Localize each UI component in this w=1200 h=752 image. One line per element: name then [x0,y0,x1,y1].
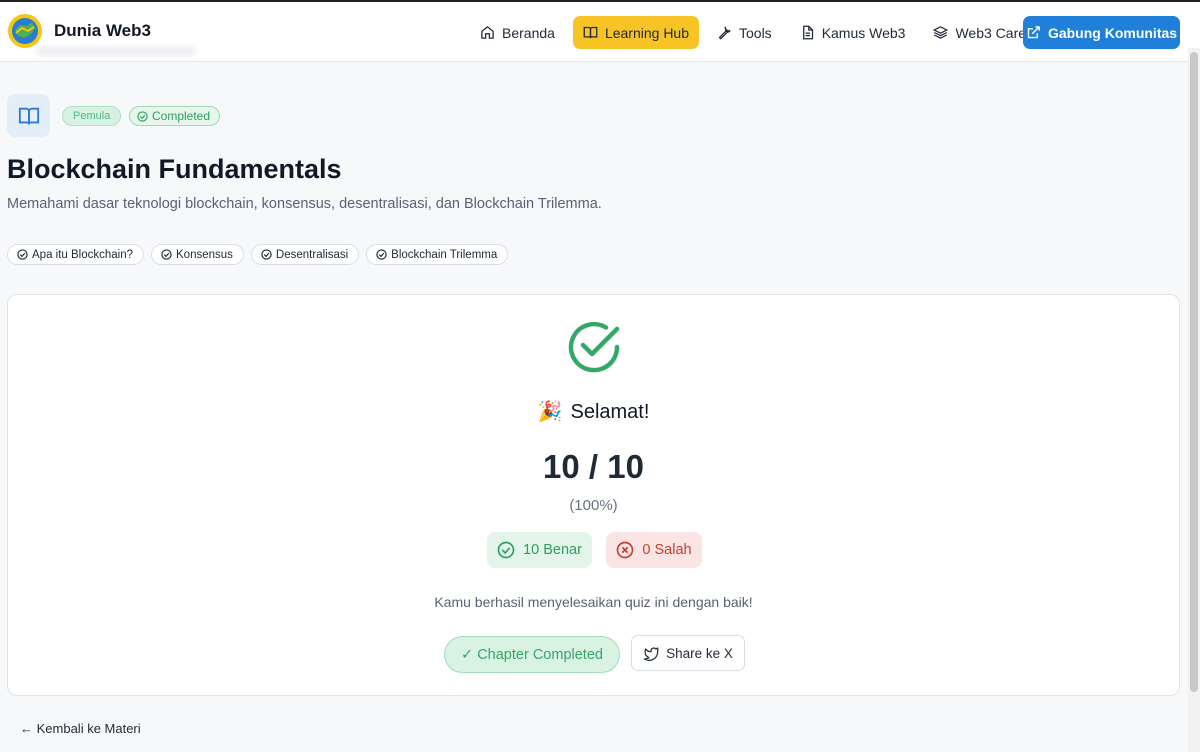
top-navbar: Dunia Web3 Beranda Learning Hub Tools Ka… [0,0,1200,62]
open-book-icon [18,107,39,124]
topic-tags: Apa itu Blockchain? Konsensus Desentrali… [7,244,515,265]
nav-item-tools[interactable]: Tools [707,16,782,49]
page-title: Blockchain Fundamentals [7,154,342,184]
congrats-heading: 🎉 Selamat! [8,399,1179,424]
check-circle-icon [497,541,515,559]
scrollbar-thumb[interactable] [1190,52,1198,692]
check-circle-icon [17,249,28,260]
topic-label: Apa itu Blockchain? [32,248,134,261]
document-icon [802,25,813,40]
nav-label: Learning Hub [604,24,689,41]
result-message: Kamu berhasil menyelesaikan quiz ini den… [434,594,753,610]
nav-item-kamus-web3[interactable]: Kamus Web3 [790,16,916,49]
quiz-percentage: (100%) [569,497,618,514]
topic-label: Blockchain Trilemma [391,248,498,261]
wrong-count-label: 0 Salah [642,542,692,558]
topic-label: Konsensus [176,248,233,261]
brand-tagline-blur [36,46,196,56]
topic-tag: Blockchain Trilemma [366,244,509,265]
topic-tag: Konsensus [151,244,244,265]
join-community-button[interactable]: Gabung Komunitas [1023,16,1180,49]
success-check-icon [568,321,620,373]
nav-item-learning-hub[interactable]: Learning Hub [572,16,699,49]
chapter-completed-button[interactable]: ✓ Chapter Completed [444,636,620,673]
brand-name: Dunia Web3 [54,21,151,40]
page-scrollbar[interactable] [1188,48,1200,752]
twitter-bird-icon [643,647,659,661]
book-icon [583,26,598,39]
home-icon [481,26,494,39]
correct-count-label: 10 Benar [523,542,582,558]
nav-label: Tools [739,24,772,41]
join-community-label: Gabung Komunitas [1047,24,1178,41]
share-x-label: Share ke X [666,645,733,661]
completed-badge: Completed [129,106,221,126]
main-nav: Beranda Learning Hub Tools Kamus Web3 We… [470,16,1056,49]
check-circle-icon [161,249,172,260]
quiz-result-card: 🎉 Selamat! 10 / 10 (100%) 10 Benar 0 Sala… [7,294,1180,696]
brand[interactable]: Dunia Web3 [8,14,151,48]
completed-badge-label: Completed [152,109,211,123]
page-description: Memahami dasar teknologi blockchain, kon… [7,196,602,212]
nav-item-beranda[interactable]: Beranda [470,16,565,49]
back-to-materials-link[interactable]: ← Kembali ke Materi [20,721,141,736]
x-circle-icon [617,541,634,559]
level-badge: Pemula [62,106,122,126]
check-circle-icon [376,249,387,260]
wrench-icon [718,26,731,40]
share-x-button[interactable]: Share ke X [631,635,745,671]
brand-logo-icon [8,14,42,48]
nav-label: Beranda [502,24,555,41]
topic-tag: Desentralisasi [250,244,360,265]
nav-label: Kamus Web3 [821,24,906,41]
check-circle-icon [137,110,148,122]
check-circle-icon [261,249,272,260]
party-popper-icon: 🎉 [537,401,563,423]
external-link-icon [1027,26,1040,39]
topic-label: Desentralisasi [275,248,349,261]
layers-icon [933,26,949,39]
topic-tag: Apa itu Blockchain? [7,244,145,265]
congrats-text: Selamat! [570,401,650,423]
quiz-score: 10 / 10 [543,448,644,485]
correct-count-badge: 10 Benar [487,532,592,568]
module-icon-box [7,94,50,137]
wrong-count-badge: 0 Salah [606,532,702,568]
